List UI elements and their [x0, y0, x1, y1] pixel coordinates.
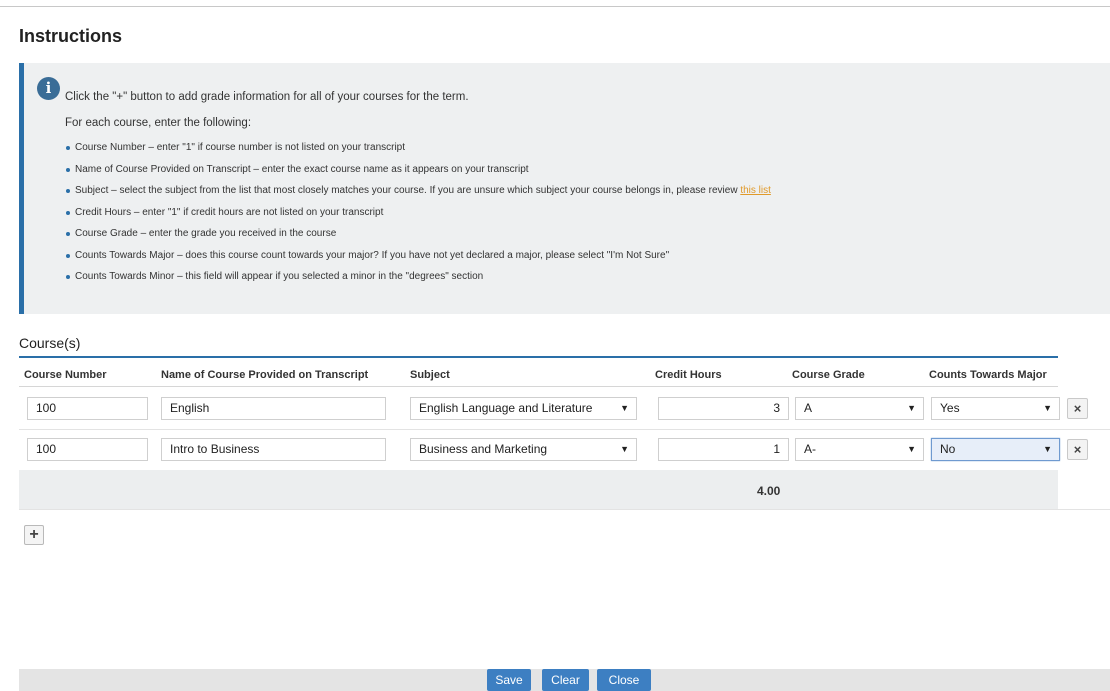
- instruction-item: Course Number – enter "1" if course numb…: [65, 141, 771, 163]
- course-number-input[interactable]: 100: [27, 438, 148, 461]
- total-credit-hours: 4.00: [757, 484, 781, 498]
- counts-major-select[interactable]: Yes ▼: [931, 397, 1060, 420]
- instruction-item: Course Grade – enter the grade you recei…: [65, 227, 771, 249]
- top-divider: [0, 6, 1110, 7]
- chevron-down-icon: ▼: [907, 444, 916, 454]
- subject-select[interactable]: English Language and Literature ▼: [410, 397, 637, 420]
- course-name-input[interactable]: English: [161, 397, 386, 420]
- close-button[interactable]: Close: [597, 669, 651, 691]
- chevron-down-icon: ▼: [907, 403, 916, 413]
- totals-divider: [19, 509, 1110, 510]
- totals-row: 4.00: [19, 470, 1058, 509]
- instruction-item: Counts Towards Minor – this field will a…: [65, 270, 771, 292]
- courses-table-rule: [19, 356, 1058, 358]
- instructions-list: Course Number – enter "1" if course numb…: [65, 141, 771, 292]
- course-number-input[interactable]: 100: [27, 397, 148, 420]
- instructions-for-each: For each course, enter the following:: [65, 117, 252, 129]
- delete-row-button[interactable]: ×: [1067, 439, 1088, 460]
- instruction-item: Counts Towards Major – does this course …: [65, 249, 771, 271]
- chevron-down-icon: ▼: [1043, 444, 1052, 454]
- credit-hours-input[interactable]: 1: [658, 438, 789, 461]
- chevron-down-icon: ▼: [620, 403, 629, 413]
- close-icon: ×: [1073, 442, 1082, 457]
- column-header-credit-hours: Credit Hours: [655, 369, 722, 381]
- course-name-input[interactable]: Intro to Business: [161, 438, 386, 461]
- column-header-course-name: Name of Course Provided on Transcript: [161, 369, 369, 381]
- save-button[interactable]: Save: [487, 669, 531, 691]
- chevron-down-icon: ▼: [620, 444, 629, 454]
- subject-list-link[interactable]: this list: [740, 185, 771, 196]
- subject-select[interactable]: Business and Marketing ▼: [410, 438, 637, 461]
- instructions-intro: Click the "+" button to add grade inform…: [65, 91, 469, 103]
- clear-button[interactable]: Clear: [542, 669, 589, 691]
- counts-major-select[interactable]: No ▼: [931, 438, 1060, 461]
- close-icon: ×: [1073, 401, 1082, 416]
- add-course-button[interactable]: +: [24, 525, 44, 545]
- courses-section-title: Course(s): [19, 335, 81, 351]
- info-icon: i: [37, 77, 60, 100]
- credit-hours-input[interactable]: 3: [658, 397, 789, 420]
- header-divider: [19, 386, 1058, 387]
- instructions-panel: i Click the "+" button to add grade info…: [19, 63, 1110, 314]
- column-header-course-number: Course Number: [24, 369, 107, 381]
- course-grade-select[interactable]: A ▼: [795, 397, 924, 420]
- page-title: Instructions: [19, 26, 123, 46]
- delete-row-button[interactable]: ×: [1067, 398, 1088, 419]
- column-header-course-grade: Course Grade: [792, 369, 865, 381]
- row-divider: [19, 429, 1110, 430]
- column-header-subject: Subject: [410, 369, 450, 381]
- instruction-item: Credit Hours – enter "1" if credit hours…: [65, 206, 771, 228]
- course-grade-select[interactable]: A- ▼: [795, 438, 924, 461]
- plus-icon: +: [29, 526, 39, 543]
- chevron-down-icon: ▼: [1043, 403, 1052, 413]
- instruction-item: Name of Course Provided on Transcript – …: [65, 163, 771, 185]
- instruction-item: Subject – select the subject from the li…: [65, 184, 771, 206]
- column-header-counts-major: Counts Towards Major: [929, 369, 1047, 381]
